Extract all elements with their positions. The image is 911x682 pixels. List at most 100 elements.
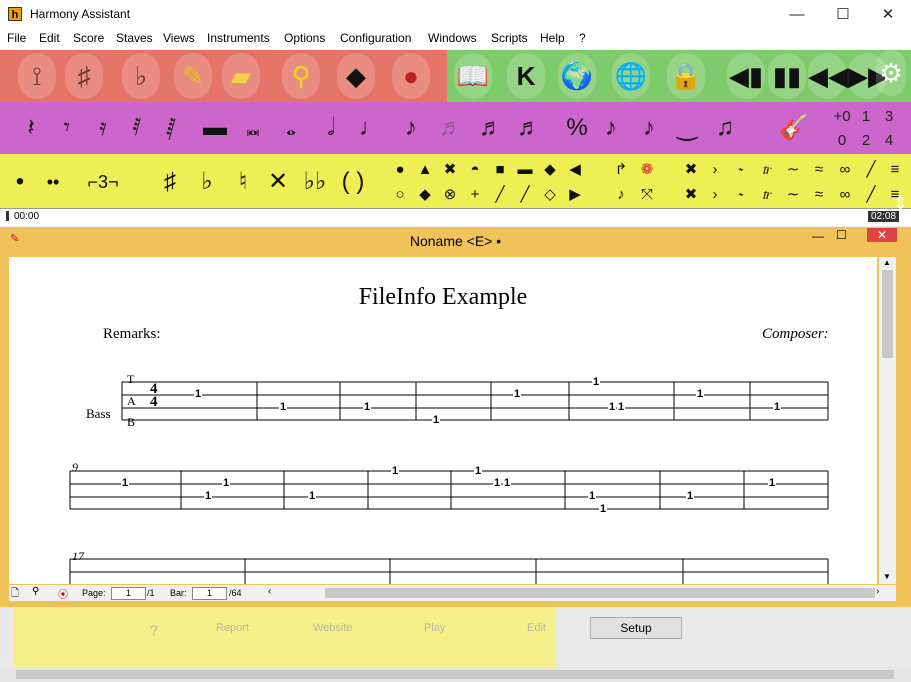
voice-1[interactable]: 1: [855, 108, 877, 125]
tab-note[interactable]: 1: [279, 401, 288, 413]
sharp-icon[interactable]: ♯: [153, 160, 187, 204]
pause-icon[interactable]: ▮▮: [768, 53, 806, 99]
expand-icon[interactable]: ⤧: [632, 183, 662, 207]
parenthesis-icon[interactable]: ( ): [336, 160, 370, 204]
doc-maximize-button[interactable]: ☐: [836, 228, 847, 242]
tremolo-icon[interactable]: ≡: [880, 158, 910, 182]
scroll-up-icon[interactable]: ▲: [883, 258, 891, 267]
menu-scripts[interactable]: Scripts: [491, 31, 528, 45]
speaker-icon[interactable]: ◀▮: [727, 53, 765, 99]
eighth-note-icon[interactable]: ♪: [394, 106, 428, 150]
menu-windows[interactable]: Windows: [428, 31, 477, 45]
color-icon[interactable]: ❁: [632, 158, 662, 182]
eraser-icon[interactable]: ▰: [222, 53, 260, 99]
grace-note-icon[interactable]: ♪: [594, 106, 628, 150]
tab-note[interactable]: 1: [768, 477, 777, 489]
natural-icon[interactable]: ♮: [226, 160, 260, 204]
dot-icon[interactable]: •: [3, 160, 37, 204]
rest-64th-icon[interactable]: 𝅁: [154, 106, 188, 150]
menu-help[interactable]: Help: [540, 31, 565, 45]
zoom-icon[interactable]: ●: [392, 53, 430, 99]
setup-button[interactable]: Setup: [590, 617, 682, 639]
bar-input[interactable]: 1: [192, 587, 227, 600]
voice-plus0[interactable]: +0: [831, 108, 853, 125]
scroll-down-icon[interactable]: ▼: [883, 572, 891, 581]
double-dot-icon[interactable]: ••: [36, 160, 70, 204]
magnifier-icon[interactable]: ⚲: [282, 53, 320, 99]
breve-icon[interactable]: 𝅜: [236, 106, 270, 150]
whole-rest-icon[interactable]: ▬: [198, 106, 232, 150]
tab-note[interactable]: 1: [617, 401, 626, 413]
scroll-right-icon[interactable]: ›: [876, 586, 879, 597]
tie-icon[interactable]: ‿: [670, 106, 704, 150]
doc-close-button[interactable]: ✕: [867, 228, 897, 242]
voice-3[interactable]: 3: [878, 108, 900, 125]
whole-note-icon[interactable]: 𝅝: [274, 106, 308, 150]
voice-4[interactable]: 4: [878, 132, 900, 149]
tab-note[interactable]: 1: [493, 477, 502, 489]
flat-icon[interactable]: ♭: [190, 160, 224, 204]
main-horizontal-scroll-thumb[interactable]: [16, 670, 894, 679]
playback-cursor[interactable]: [6, 211, 9, 221]
tab-note[interactable]: 1: [391, 465, 400, 477]
tab-note[interactable]: 1: [686, 490, 695, 502]
tab-note[interactable]: 1: [432, 414, 441, 426]
lock-icon[interactable]: 🔒: [667, 53, 705, 99]
selection-tool-icon[interactable]: ⟟: [18, 53, 56, 99]
tab-note[interactable]: 1: [308, 490, 317, 502]
menu-instruments[interactable]: Instruments: [207, 31, 270, 45]
diamond-icon[interactable]: ◆: [337, 53, 375, 99]
pencil-icon[interactable]: ✎: [174, 53, 212, 99]
acciaccatura-icon[interactable]: ♪: [632, 106, 666, 150]
maximize-button[interactable]: ☐: [820, 0, 866, 29]
voice-0[interactable]: 0: [831, 132, 853, 149]
minimize-button[interactable]: —: [774, 0, 820, 29]
rest-quarter-icon[interactable]: 𝄽: [14, 106, 48, 150]
globe-down-icon[interactable]: 🌐: [612, 53, 650, 99]
menu-score[interactable]: Score: [73, 31, 104, 45]
page-input[interactable]: 1: [111, 587, 146, 600]
rest-32nd-icon[interactable]: 𝅀: [120, 106, 154, 150]
score-page[interactable]: FileInfo Example Remarks: Composer: Bass…: [9, 257, 877, 584]
voice-2[interactable]: 2: [855, 132, 877, 149]
sharp-pencil-icon[interactable]: ♯: [65, 53, 103, 99]
tab-note[interactable]: 1: [222, 477, 231, 489]
tab-note[interactable]: 1: [513, 388, 522, 400]
doc-minimize-button[interactable]: —: [812, 229, 824, 243]
tab-note[interactable]: 1: [588, 490, 597, 502]
record-icon[interactable]: ⦿: [58, 586, 68, 601]
64th-note-icon[interactable]: ♬: [512, 106, 546, 150]
menu-staves[interactable]: Staves: [116, 31, 153, 45]
tab-note[interactable]: 1: [194, 388, 203, 400]
half-note-icon[interactable]: 𝅗𝅥: [314, 106, 348, 150]
vertical-scroll-thumb[interactable]: [882, 270, 893, 358]
menu-edit[interactable]: Edit: [39, 31, 60, 45]
guitar-icon[interactable]: 🎸: [777, 106, 811, 150]
sixteenth-note-icon[interactable]: ♬: [434, 106, 468, 150]
tab-note[interactable]: 1: [363, 401, 372, 413]
tab-note[interactable]: 1: [599, 503, 608, 515]
tab-note[interactable]: 1: [773, 401, 782, 413]
menu-question[interactable]: ?: [579, 31, 586, 45]
notehead-right-icon[interactable]: ▶: [560, 183, 590, 207]
triplet-icon[interactable]: ⌐3¬: [78, 160, 128, 204]
beam-icon[interactable]: ♫: [708, 106, 742, 150]
tab-note[interactable]: 1: [121, 477, 130, 489]
double-flat-icon[interactable]: ♭♭: [298, 160, 332, 204]
k-icon[interactable]: K: [507, 53, 545, 99]
zoom-menu-icon[interactable]: ⚲: [32, 586, 39, 597]
resize-arrows-icon[interactable]: ⇕: [893, 193, 908, 214]
menu-options[interactable]: Options: [284, 31, 325, 45]
tab-note[interactable]: 1: [608, 401, 617, 413]
tab-note[interactable]: 1: [204, 490, 213, 502]
menu-configuration[interactable]: Configuration: [340, 31, 411, 45]
rewind-icon[interactable]: ◀◀: [808, 53, 848, 99]
double-sharp-icon[interactable]: ✕: [261, 160, 295, 204]
tab-note[interactable]: 1: [474, 465, 483, 477]
menu-file[interactable]: File: [7, 31, 26, 45]
32nd-note-icon[interactable]: ♬: [474, 106, 508, 150]
gear-icon[interactable]: ⚙: [876, 50, 906, 96]
tab-note[interactable]: 1: [503, 477, 512, 489]
tab-note[interactable]: 1: [696, 388, 705, 400]
notehead-left-icon[interactable]: ◀: [560, 158, 590, 182]
